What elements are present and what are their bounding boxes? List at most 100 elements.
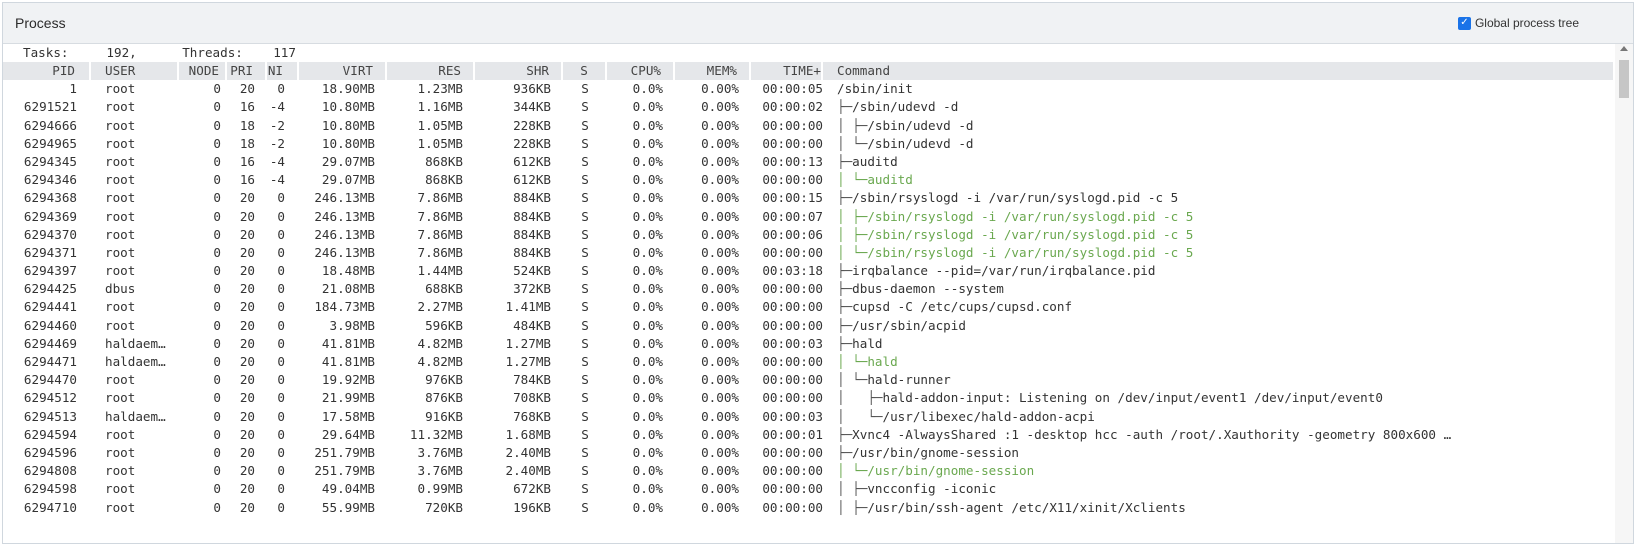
command-text: Xvnc4 -AlwaysShared :1 -desktop hcc -aut… — [852, 426, 1452, 442]
cell-pid: 6291521 — [23, 99, 77, 115]
cell-res: 868KB — [425, 172, 463, 188]
cell-shr: 1.41MB — [505, 299, 552, 315]
panel-title: Process — [15, 15, 66, 31]
cell-pid: 6294469 — [23, 335, 77, 351]
checkbox-checked-icon[interactable]: ✓ — [1457, 16, 1471, 30]
cell-user: root — [105, 135, 136, 151]
column-header-ni[interactable]: NI — [267, 62, 299, 81]
table-row[interactable]: 6294441 root 0 20 0 184.73MB 2.27MB 1.41MB S 0.0%… — [3, 298, 1613, 316]
global-process-tree-label: Global process tree — [1474, 16, 1579, 30]
cell-ni: -2 — [269, 117, 285, 133]
table-row[interactable]: 6291521 root 0 16 -4 10.80MB 1.16MB 344KB S 0.0% 0… — [3, 98, 1613, 116]
cell-cpu: 0.0% — [632, 335, 663, 351]
table-row[interactable]: 6294469 haldaem… 0 20 0 41.81MB 4.82MB 1.27MB S 0… — [3, 335, 1613, 353]
column-header-time[interactable]: TIME+ — [751, 62, 823, 81]
table-row[interactable]: 6294425 dbus 0 20 0 21.08MB 688KB 372KB S 0.0% 0.0… — [3, 280, 1613, 298]
table-row[interactable]: 6294346 root 0 16 -4 29.07MB 868KB 612KB S 0.0% 0.… — [3, 171, 1613, 189]
table-row[interactable]: 6294397 root 0 20 0 18.48MB 1.44MB 524KB S 0.0% 0.… — [3, 262, 1613, 280]
cell-time: 00:00:00 — [762, 281, 823, 297]
cell-ni: -2 — [269, 135, 285, 151]
command-text: /sbin/udevd -d — [852, 99, 959, 115]
cell-virt: 55.99MB — [321, 499, 375, 515]
cell-s: S — [581, 244, 589, 260]
cell-user: root — [105, 299, 136, 315]
table-row[interactable]: 6294471 haldaem… 0 20 0 41.81MB 4.82MB 1.27MB S 0… — [3, 353, 1613, 371]
column-header-pid[interactable]: PID — [3, 62, 91, 81]
cell-user: root — [105, 317, 136, 333]
cell-mem: 0.00% — [701, 444, 739, 460]
table-row[interactable]: 6294345 root 0 16 -4 29.07MB 868KB 612KB S 0.0% 0.… — [3, 153, 1613, 171]
column-header-mem[interactable]: MEM% — [675, 62, 751, 81]
table-row[interactable]: 6294512 root 0 20 0 21.99MB 876KB 708KB S 0.0% 0.0… — [3, 389, 1613, 407]
cell-user: root — [105, 499, 136, 515]
cell-node: 0 — [213, 281, 221, 297]
cell-pri: 20 — [239, 263, 255, 279]
table-row[interactable]: 6294368 root 0 20 0 246.13MB 7.86MB 884KB S 0.0% 0… — [3, 189, 1613, 207]
table-row[interactable]: 6294666 root 0 18 -2 10.80MB 1.05MB 228KB S 0.0% 0… — [3, 117, 1613, 135]
cell-mem: 0.00% — [701, 299, 739, 315]
cell-node: 0 — [213, 426, 221, 442]
table-row[interactable]: 6294460 root 0 20 0 3.98MB 596KB 484KB S 0.0% 0.00… — [3, 317, 1613, 335]
cell-s: S — [581, 390, 589, 406]
cell-node: 0 — [213, 244, 221, 260]
cell-time: 00:00:05 — [762, 81, 823, 97]
table-body: 1 root 0 20 0 18.90MB 1.23MB 936KB S 0.0% 0.00% 00:… — [3, 80, 1613, 517]
cell-res: 1.16MB — [417, 99, 464, 115]
scrollbar-thumb[interactable] — [1619, 60, 1629, 98]
tree-branch: │ ├─ — [837, 208, 868, 224]
command-text: /sbin/rsyslogd -i /var/run/syslogd.pid -… — [867, 208, 1194, 224]
scroll-up-arrow-icon[interactable] — [1620, 46, 1628, 51]
column-header-res[interactable]: RES — [387, 62, 475, 81]
cell-virt: 246.13MB — [314, 190, 375, 206]
cell-shr: 612KB — [513, 172, 551, 188]
cell-user: haldaem… — [105, 354, 166, 369]
cell-mem: 0.00% — [701, 244, 739, 260]
global-process-tree-toggle[interactable]: ✓ Global process tree — [1457, 16, 1579, 30]
cell-command: ├─Xvnc4 -AlwaysShared :1 -desktop hcc -a… — [823, 426, 1613, 444]
cell-s: S — [581, 463, 589, 479]
column-header-user[interactable]: USER — [91, 62, 179, 81]
column-header-shr[interactable]: SHR — [475, 62, 563, 81]
table-row[interactable]: 1 root 0 20 0 18.90MB 1.23MB 936KB S 0.0% 0.00% 00:… — [3, 80, 1613, 98]
table-row[interactable]: 6294370 root 0 20 0 246.13MB 7.86MB 884KB S 0.0% 0… — [3, 226, 1613, 244]
cell-time: 00:00:00 — [762, 172, 823, 188]
table-row[interactable]: 6294470 root 0 20 0 19.92MB 976KB 784KB S 0.0% 0.0… — [3, 371, 1613, 389]
tree-branch: ├─ — [837, 299, 853, 315]
table-row[interactable]: 6294808 root 0 20 0 251.79MB 3.76MB 2.40MB S 0.0%… — [3, 462, 1613, 480]
cell-cpu: 0.0% — [632, 172, 663, 188]
cell-virt: 41.81MB — [321, 354, 375, 369]
table-row[interactable]: 6294594 root 0 20 0 29.64MB 11.32MB 1.68MB S 0.0%… — [3, 426, 1613, 444]
table-row[interactable]: 6294598 root 0 20 0 49.04MB 0.99MB 672KB S 0.0% 0.… — [3, 480, 1613, 498]
cell-pid: 6294512 — [23, 390, 77, 406]
table-row[interactable]: 6294513 haldaem… 0 20 0 17.58MB 916KB 768KB S 0.0… — [3, 408, 1613, 426]
column-header-node[interactable]: NODE — [179, 62, 227, 81]
cell-virt: 246.13MB — [314, 226, 375, 242]
column-header-virt[interactable]: VIRT — [299, 62, 387, 81]
table-row[interactable]: 6294369 root 0 20 0 246.13MB 7.86MB 884KB S 0.0% 0… — [3, 208, 1613, 226]
cell-pri: 18 — [239, 135, 255, 151]
cell-shr: 884KB — [513, 244, 551, 260]
table-row[interactable]: 6294965 root 0 18 -2 10.80MB 1.05MB 228KB S 0.0% 0… — [3, 135, 1613, 153]
table-row[interactable]: 6294710 root 0 20 0 55.99MB 720KB 196KB S 0.0% 0.0… — [3, 499, 1613, 517]
cell-s: S — [581, 190, 589, 206]
cell-time: 00:00:01 — [762, 426, 823, 442]
cell-time: 00:00:00 — [762, 481, 823, 497]
cell-cpu: 0.0% — [632, 444, 663, 460]
cell-time: 00:00:00 — [762, 135, 823, 151]
cell-s: S — [581, 99, 589, 115]
vertical-scrollbar[interactable] — [1615, 44, 1633, 543]
cell-time: 00:00:00 — [762, 354, 823, 369]
cell-shr: 196KB — [513, 499, 551, 515]
table-row[interactable]: 6294371 root 0 20 0 246.13MB 7.86MB 884KB S 0.0% 0… — [3, 244, 1613, 262]
column-header-cpu[interactable]: CPU% — [607, 62, 675, 81]
cell-pid: 6294471 — [23, 354, 77, 369]
table-row[interactable]: 6294596 root 0 20 0 251.79MB 3.76MB 2.40MB S 0.0%… — [3, 444, 1613, 462]
cell-user: root — [105, 463, 136, 479]
cell-pri: 16 — [239, 172, 255, 188]
column-header-s[interactable]: S — [563, 62, 607, 81]
column-header-cmd[interactable]: Command — [823, 62, 1613, 80]
column-header-pri[interactable]: PRI — [227, 62, 267, 81]
cell-cpu: 0.0% — [632, 372, 663, 388]
cell-command: │ ├─/sbin/rsyslogd -i /var/run/syslogd.p… — [823, 226, 1613, 244]
cell-ni: 0 — [277, 81, 285, 97]
